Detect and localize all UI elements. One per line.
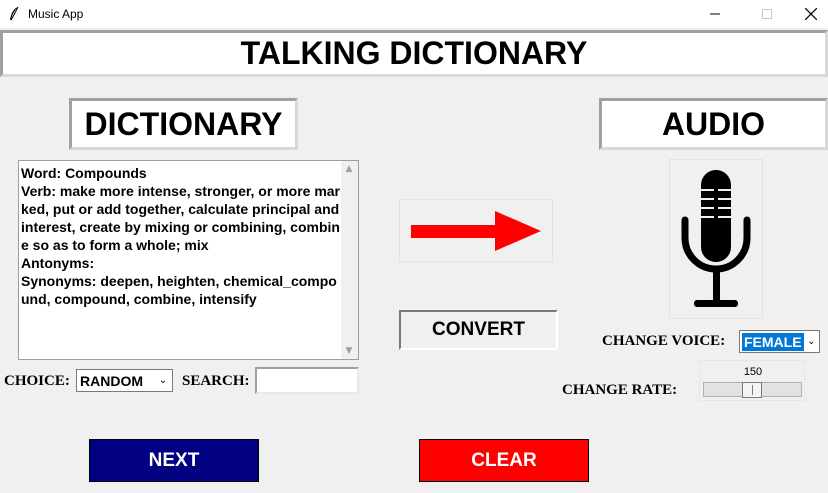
change-voice-label: CHANGE VOICE: [602,333,726,349]
window-title: Music App [28,7,84,21]
voice-value: FEMALE [742,332,804,351]
rate-slider[interactable]: 150 [699,360,805,401]
scroll-down-icon[interactable]: ▼ [344,346,354,356]
change-rate-label: CHANGE RATE: [562,382,678,398]
rate-value: 150 [743,366,763,378]
microphone-image [669,159,763,319]
audio-label: AUDIO [599,98,828,150]
definition-text: Word: Compounds Verb: make more intense,… [21,165,341,307]
minimize-button[interactable] [692,0,738,28]
choice-label: CHOICE: [4,373,70,389]
convert-button[interactable]: CONVERT [399,310,558,350]
rate-slider-handle[interactable] [742,382,762,398]
chevron-down-icon[interactable]: ⌄ [804,336,819,347]
window-titlebar: Music App [0,0,828,28]
search-label: SEARCH: [182,373,250,389]
maximize-button[interactable] [744,0,790,28]
clear-button[interactable]: CLEAR [419,439,589,482]
next-button[interactable]: NEXT [89,439,259,482]
choice-select[interactable]: RANDOM ⌄ [76,369,173,392]
microphone-icon [681,170,751,307]
choice-value: RANDOM [80,372,143,389]
chevron-down-icon[interactable]: ⌄ [154,375,172,386]
minimize-icon [710,13,720,15]
dictionary-label: DICTIONARY [69,98,298,150]
close-button[interactable] [788,0,828,28]
right-arrow-icon [411,211,541,251]
arrow-image [399,199,553,262]
close-icon [805,8,817,20]
maximize-icon [762,9,772,19]
search-input[interactable] [255,367,359,394]
app-title-banner: TALKING DICTIONARY [0,30,828,77]
scroll-up-icon[interactable]: ▲ [344,164,354,174]
voice-select[interactable]: FEMALE ⌄ [739,330,820,353]
definition-textbox[interactable]: Word: Compounds Verb: make more intense,… [18,160,359,360]
definition-scrollbar[interactable]: ▲ ▼ [341,161,358,359]
feather-icon [10,6,19,21]
